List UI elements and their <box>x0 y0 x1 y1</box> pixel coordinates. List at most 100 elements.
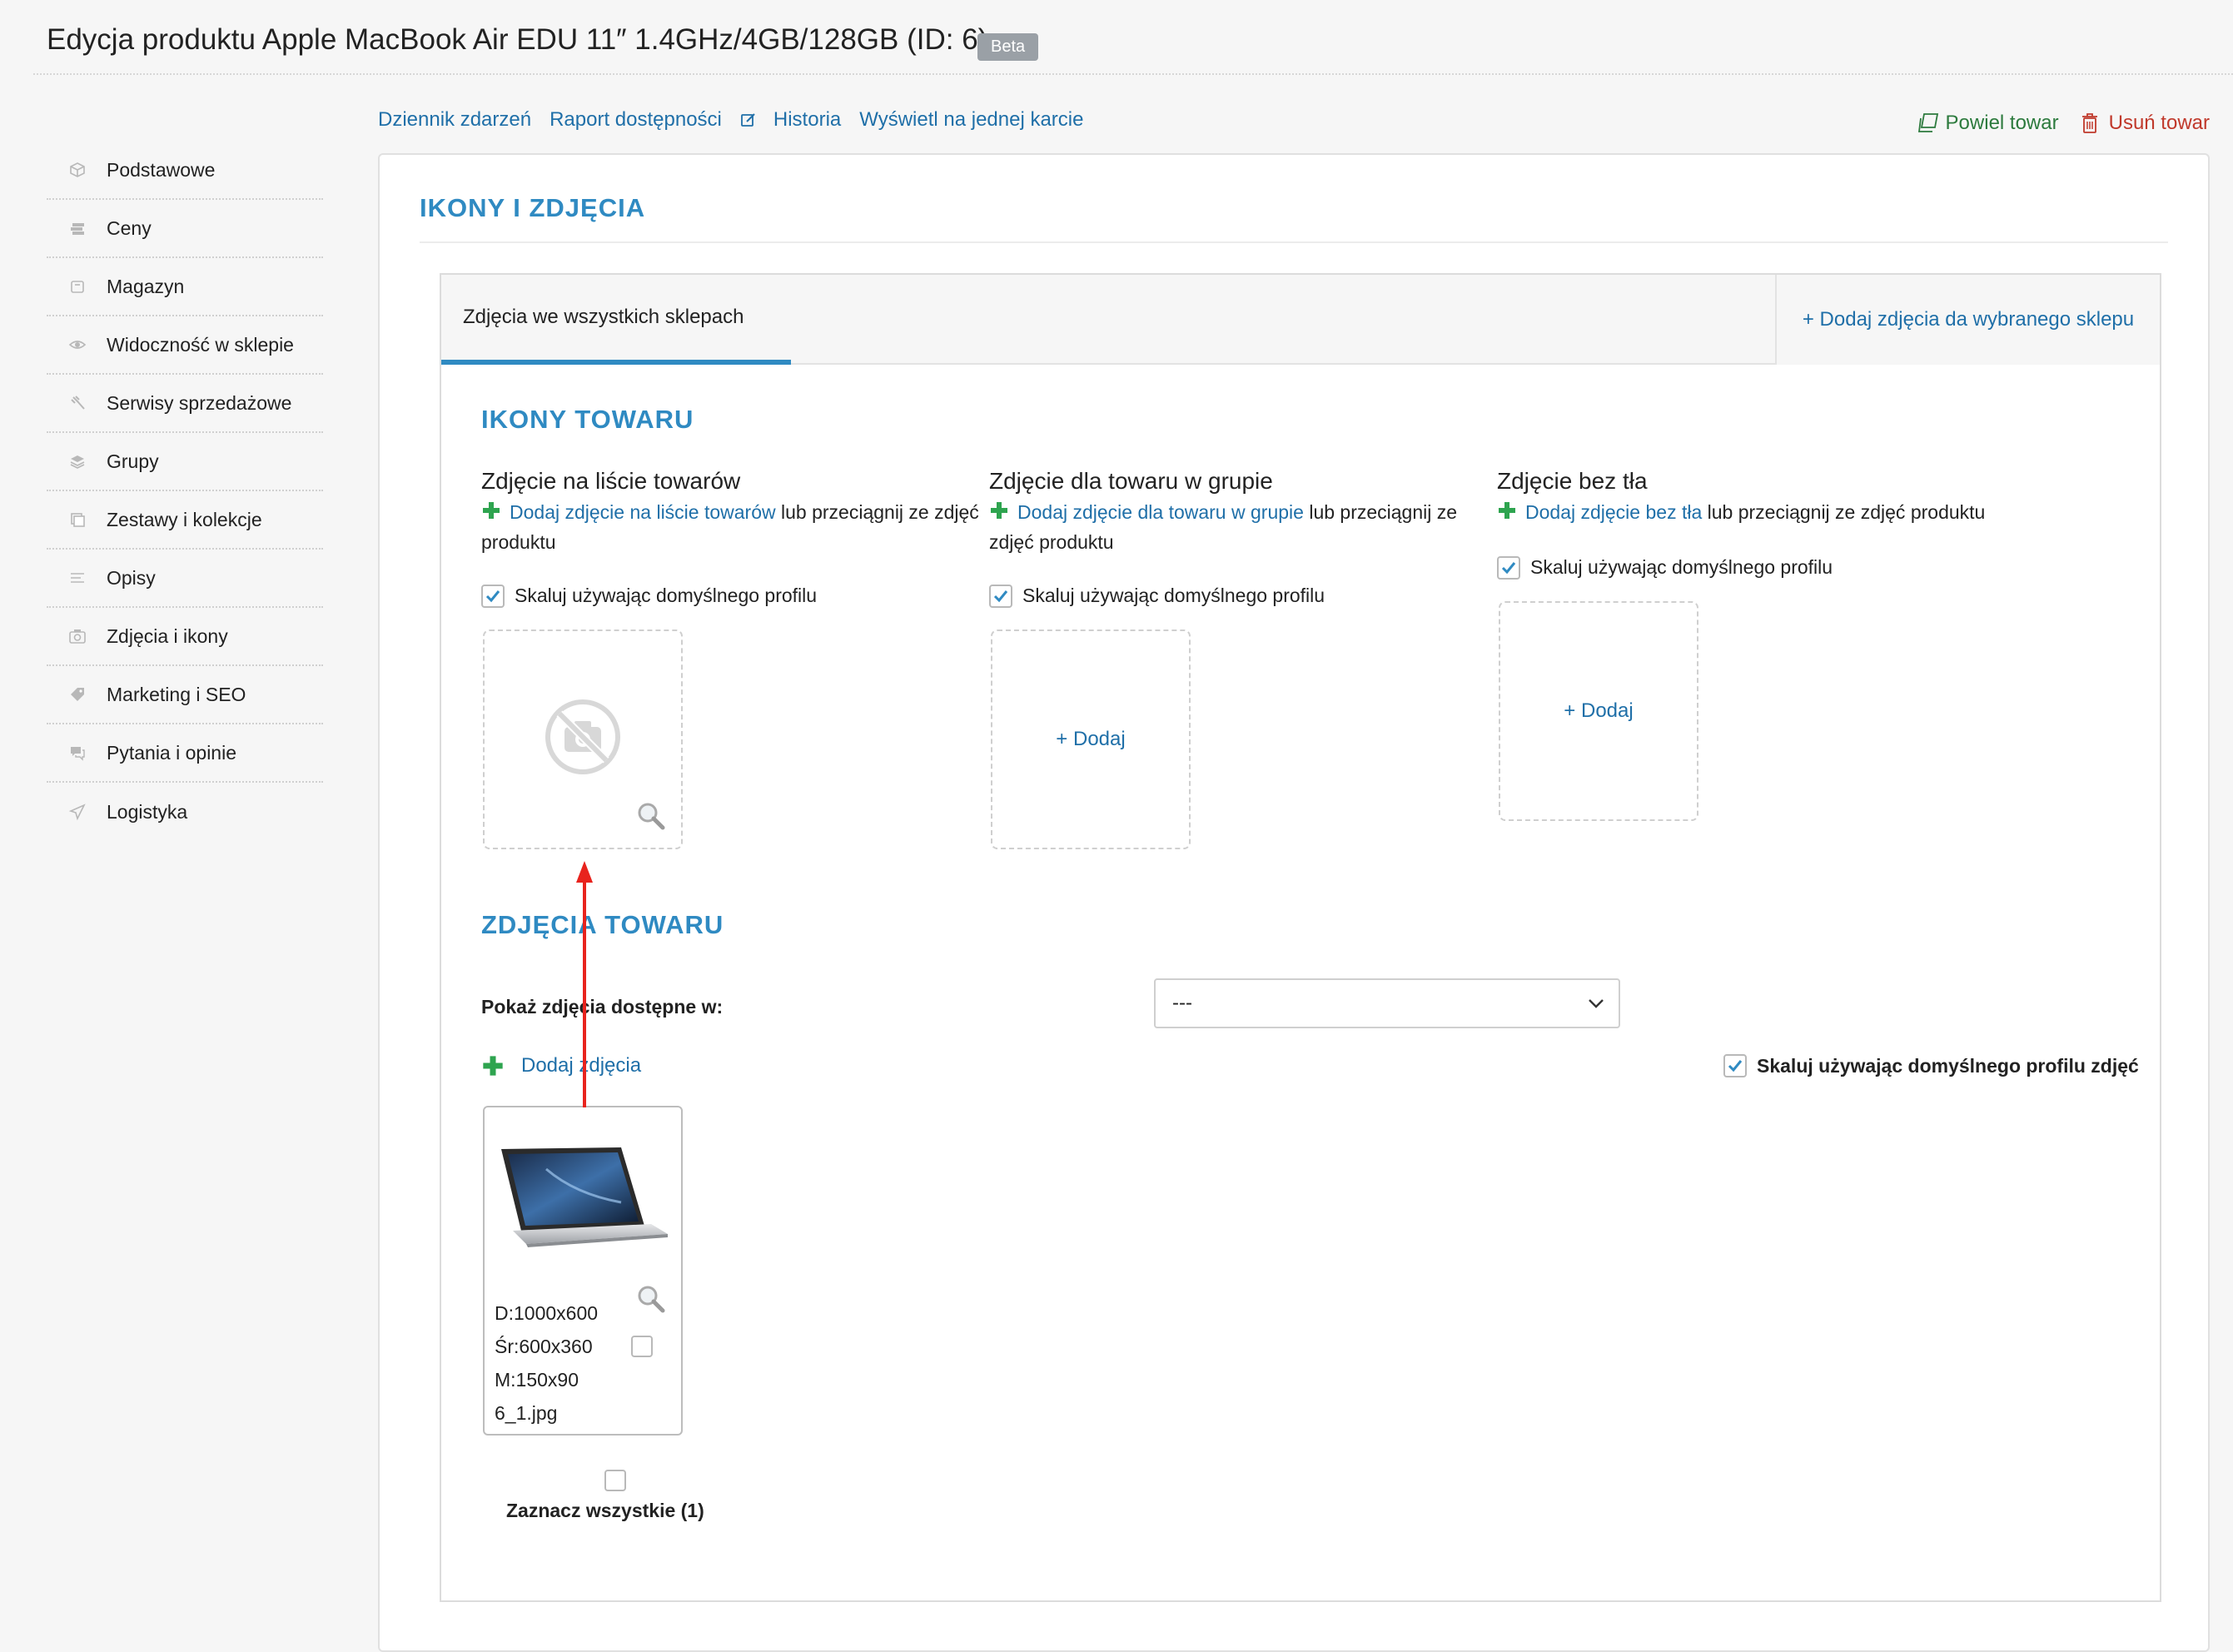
sidebar-item-marketing[interactable]: Marketing i SEO <box>47 666 323 724</box>
icon-dropzone[interactable]: + Dodaj <box>1499 600 1698 821</box>
add-icon-target-link[interactable]: bez tła <box>1645 501 1702 523</box>
photo-size-large: D:1000x600 <box>495 1302 599 1324</box>
scale-default-checkbox[interactable] <box>989 584 1012 608</box>
sidebar-item-collections[interactable]: Zestawy i kolekcje <box>47 491 323 550</box>
page-title: Edycja produktu Apple MacBook Air EDU 11… <box>47 23 988 56</box>
icon-column-description: Dodaj zdjęcie bez tła lub przeciągnij ze… <box>1497 498 1997 528</box>
collection-icon <box>68 510 87 529</box>
zoom-icon[interactable] <box>636 1284 666 1314</box>
header-divider <box>33 73 2233 75</box>
icon-column-description: Dodaj zdjęcie na liście towarów lub prze… <box>481 498 981 556</box>
sidebar-item-label: Marketing i SEO <box>107 683 246 705</box>
layers-icon <box>68 452 87 470</box>
scale-default-row: Skaluj używając domyślnego profilu <box>1497 555 1997 580</box>
drag-hint: lub przeciągnij ze zdjęć produktu <box>1707 501 1986 523</box>
delete-product-button[interactable]: Usuń towar <box>2081 112 2210 135</box>
photo-select-checkbox[interactable] <box>631 1336 653 1357</box>
event-log-link[interactable]: Dziennik zdarzeń <box>378 108 531 132</box>
beta-badge: Beta <box>977 33 1039 61</box>
shop-select[interactable]: --- <box>1154 978 1620 1028</box>
eye-icon <box>68 336 87 354</box>
availability-report-link[interactable]: Raport dostępności <box>550 108 722 132</box>
add-icon-button[interactable]: + Dodaj <box>1056 728 1125 751</box>
product-actions: Powiel towar Usuń towar <box>1917 112 2210 135</box>
chevron-down-icon <box>1587 998 1605 1009</box>
sidebar-item-basic[interactable]: Podstawowe <box>47 142 323 200</box>
show-photos-label: Pokaż zdjęcia dostępne w: <box>481 996 724 1018</box>
sidebar-item-descriptions[interactable]: Opisy <box>47 550 323 608</box>
scale-photos-label: Skaluj używając domyślnego profilu zdjęć <box>1757 1054 2139 1077</box>
box-icon <box>68 161 87 179</box>
shop-select-value: --- <box>1172 992 1192 1014</box>
single-card-link[interactable]: Wyświetl na jednej karcie <box>859 108 1083 132</box>
photo-card[interactable]: D:1000x600 Śr:600x360 M:150x90 6_1.jpg <box>483 1106 683 1436</box>
scale-default-row: Skaluj używając domyślnego profilu <box>481 584 981 608</box>
scale-photos-checkbox[interactable] <box>1723 1054 1747 1077</box>
sidebar-item-label: Zestawy i kolekcje <box>107 508 262 530</box>
sidebar-item-questions[interactable]: Pytania i opinie <box>47 724 323 783</box>
edit-icon <box>740 112 765 128</box>
scale-default-checkbox[interactable] <box>1497 555 1520 580</box>
icon-column-heading: Zdjęcie na liście towarów <box>481 468 741 494</box>
sidebar-item-label: Opisy <box>107 566 156 589</box>
icons-section-title: IKONY TOWARU <box>481 405 694 434</box>
add-icon-target-link[interactable]: na liście towarów <box>629 501 775 523</box>
text-lines-icon <box>68 569 87 587</box>
trash-icon <box>2081 112 2099 134</box>
sidebar-item-visibility[interactable]: Widoczność w sklepie <box>47 316 323 375</box>
sidebar-item-groups[interactable]: Grupy <box>47 433 323 491</box>
icon-column-no-background: Zdjęcie bez tła Dodaj zdjęcie bez tła lu… <box>1497 468 1997 821</box>
sidebar-item-label: Zdjęcia i ikony <box>107 624 228 647</box>
sidebar-item-label: Grupy <box>107 450 159 472</box>
plus-icon <box>481 500 501 528</box>
zoom-icon[interactable] <box>636 801 666 831</box>
tag-icon <box>68 685 87 704</box>
sidebar-item-photos[interactable]: Zdjęcia i ikony <box>47 608 323 666</box>
annotation-arrow <box>574 858 594 1112</box>
add-icon-target-link[interactable]: dla towaru w grupie <box>1137 501 1303 523</box>
sidebar-item-sales-services[interactable]: Serwisy sprzedażowe <box>47 375 323 433</box>
icon-column-description: Dodaj zdjęcie dla towaru w grupie lub pr… <box>989 498 1489 556</box>
icon-column-group: Zdjęcie dla towaru w grupie Dodaj zdjęci… <box>989 468 1489 849</box>
scale-default-row: Skaluj używając domyślnego profilu <box>989 584 1489 608</box>
scale-default-checkbox[interactable] <box>481 584 505 608</box>
icon-dropzone[interactable] <box>483 629 683 849</box>
section-divider <box>420 241 2168 243</box>
add-icon-button[interactable]: + Dodaj <box>1564 699 1633 723</box>
tab-all-shops[interactable]: Zdjęcia we wszystkich sklepach <box>441 275 791 365</box>
select-all-label: Zaznacz wszystkie (1) <box>506 1500 704 1521</box>
add-photos-button[interactable]: Dodaj zdjęcia <box>481 1054 641 1077</box>
photos-section-title: ZDJĘCIA TOWARU <box>481 910 724 939</box>
top-links-bar: Dziennik zdarzeń Raport dostępności Hist… <box>378 108 1102 132</box>
add-icon-link[interactable]: Dodaj zdjęcie <box>1017 501 1132 523</box>
sidebar-item-warehouse[interactable]: Magazyn <box>47 258 323 316</box>
delete-product-label: Usuń towar <box>2108 112 2210 134</box>
warehouse-icon <box>68 277 87 296</box>
scale-default-label: Skaluj używając domyślnego profilu <box>1022 585 1325 607</box>
sidebar-item-label: Magazyn <box>107 275 185 297</box>
sidebar-item-prices[interactable]: Ceny <box>47 200 323 258</box>
chat-icon <box>68 744 87 762</box>
sidebar-item-label: Ceny <box>107 216 152 239</box>
section-title: IKONY I ZDJĘCIA <box>420 193 646 222</box>
history-link[interactable]: Historia <box>740 108 841 132</box>
sidebar-item-label: Pytania i opinie <box>107 741 236 764</box>
select-all-checkbox[interactable] <box>604 1470 626 1491</box>
icon-column-heading: Zdjęcie bez tła <box>1497 468 1648 494</box>
clone-product-label: Powiel towar <box>1945 112 2059 134</box>
tab-add-shop-photos[interactable]: + Dodaj zdjęcia da wybranego sklepu <box>1775 275 2160 365</box>
scale-default-label: Skaluj używając domyślnego profilu <box>1530 556 1833 579</box>
laptop-thumbnail[interactable] <box>496 1144 671 1256</box>
clone-product-button[interactable]: Powiel towar <box>1917 112 2059 135</box>
add-icon-link[interactable]: Dodaj zdjęcie <box>510 501 624 523</box>
sidebar-item-logistics[interactable]: Logistyka <box>47 783 323 841</box>
scale-default-label: Skaluj używając domyślnego profilu <box>515 585 818 607</box>
icon-column-heading: Zdjęcie dla towaru w grupie <box>989 468 1273 494</box>
sidebar: Podstawowe Ceny Magazyn Widoczność w skl… <box>47 142 323 841</box>
paper-plane-icon <box>68 803 87 821</box>
history-link-label: Historia <box>773 108 842 131</box>
add-icon-link[interactable]: Dodaj zdjęcie <box>1525 501 1640 523</box>
icon-dropzone[interactable]: + Dodaj <box>991 629 1191 849</box>
photo-size-medium: Śr:600x360 <box>495 1336 593 1357</box>
plus-icon <box>989 500 1009 528</box>
